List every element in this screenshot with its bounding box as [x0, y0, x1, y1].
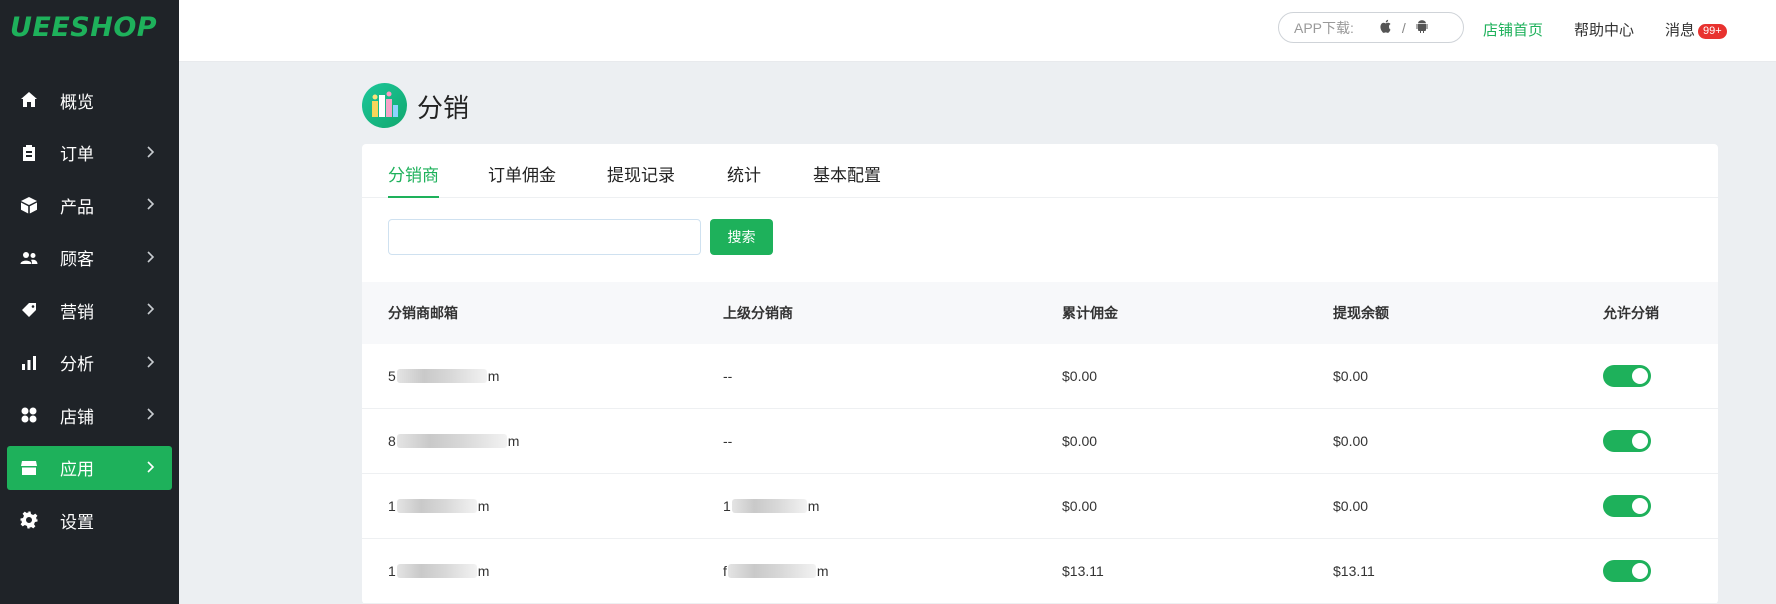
help-center-link[interactable]: 帮助中心: [1574, 19, 1634, 40]
balance-value: $13.11: [1333, 563, 1375, 579]
distributor-email: 8m: [388, 433, 520, 449]
sidebar-item-analytics[interactable]: 分析: [7, 341, 172, 385]
table-row: 1m fm $13.11 $13.11: [362, 539, 1718, 604]
app-download-label: APP下载:: [1294, 19, 1354, 36]
commission-value: $13.11: [1062, 563, 1104, 579]
gear-icon: [18, 509, 40, 531]
chevron-right-icon: [142, 196, 158, 212]
bar-chart-icon: [18, 352, 40, 374]
header-email: 分销商邮箱: [388, 305, 458, 321]
commission-value: $0.00: [1062, 433, 1098, 449]
chevron-right-icon: [142, 459, 158, 475]
sidebar-item-customers[interactable]: 顾客: [7, 236, 172, 280]
chevron-right-icon: [142, 406, 158, 422]
commission-value: $0.00: [1062, 498, 1098, 514]
search-button[interactable]: 搜索: [710, 219, 773, 255]
box-icon: [18, 194, 40, 216]
logo[interactable]: UEESHOP: [10, 12, 157, 43]
table-row: 8m -- $0.00 $0.00: [362, 409, 1718, 474]
grid-icon: [18, 404, 40, 426]
tag-icon: [18, 299, 40, 321]
table-row: 5m -- $0.00 $0.00: [362, 344, 1718, 409]
tab-order-commission[interactable]: 订单佣金: [488, 161, 556, 198]
sidebar-item-apps[interactable]: 应用: [7, 445, 172, 490]
messages-link[interactable]: 消息 99+: [1665, 19, 1727, 40]
sidebar-item-label: 设置: [60, 512, 94, 532]
balance-value: $0.00: [1333, 368, 1369, 384]
distributors-table: 分销商邮箱 上级分销商 累计佣金 提现余额 允许分销 5m -- $0.00 $…: [362, 282, 1718, 604]
distributor-email: 5m: [388, 368, 500, 384]
sidebar-item-label: 顾客: [60, 250, 94, 269]
clipboard-icon: [18, 142, 40, 164]
main-panel: 分销商 订单佣金 提现记录 统计 基本配置 搜索 分销商邮箱 上级分销商 累计佣…: [362, 144, 1718, 604]
allow-distribution-toggle[interactable]: [1603, 495, 1651, 517]
tab-statistics[interactable]: 统计: [727, 161, 761, 198]
tab-distributors[interactable]: 分销商: [388, 161, 439, 198]
sidebar-item-settings[interactable]: 设置: [7, 498, 172, 542]
header-parent: 上级分销商: [723, 305, 793, 321]
messages-label: 消息: [1665, 22, 1696, 39]
messages-badge: 99+: [1698, 24, 1727, 39]
table-header: 分销商邮箱 上级分销商 累计佣金 提现余额 允许分销: [362, 282, 1718, 344]
sidebar-nav: 概览 订单 产品 顾客 营销 分析 店铺 应用 设置: [0, 78, 179, 551]
sidebar-item-label: 订单: [60, 145, 94, 164]
tab-bar: 分销商 订单佣金 提现记录 统计 基本配置: [362, 144, 1718, 198]
sidebar: UEESHOP 概览 订单 产品 顾客 营销 分析 店铺 应用 设置: [0, 0, 179, 604]
separator: /: [1401, 19, 1406, 36]
table-row: 1m 1m $0.00 $0.00: [362, 474, 1718, 539]
allow-distribution-toggle[interactable]: [1603, 430, 1651, 452]
sidebar-item-marketing[interactable]: 营销: [7, 288, 172, 332]
sidebar-item-products[interactable]: 产品: [7, 183, 172, 227]
search-input[interactable]: [388, 219, 701, 255]
sidebar-item-label: 应用: [60, 460, 94, 479]
tab-basic-config[interactable]: 基本配置: [813, 161, 881, 198]
distribution-app-icon: [362, 83, 407, 128]
sidebar-item-label: 产品: [60, 197, 94, 217]
sidebar-item-label: 概览: [60, 92, 94, 112]
chevron-right-icon: [142, 301, 158, 317]
sidebar-item-label: 营销: [60, 302, 94, 322]
commission-value: $0.00: [1062, 368, 1098, 384]
parent-distributor: --: [723, 433, 733, 449]
balance-value: $0.00: [1333, 498, 1369, 514]
parent-distributor: --: [723, 368, 733, 384]
sidebar-item-label: 分析: [60, 355, 94, 374]
users-icon: [18, 247, 40, 269]
home-icon: [18, 89, 40, 111]
apple-icon[interactable]: [1378, 18, 1394, 37]
parent-distributor: 1m: [723, 498, 820, 514]
balance-value: $0.00: [1333, 433, 1369, 449]
store-home-link[interactable]: 店铺首页: [1483, 19, 1543, 40]
sidebar-item-orders[interactable]: 订单: [7, 131, 172, 175]
chevron-right-icon: [142, 144, 158, 160]
sidebar-item-overview[interactable]: 概览: [7, 78, 172, 122]
distributor-email: 1m: [388, 563, 490, 579]
allow-distribution-toggle[interactable]: [1603, 365, 1651, 387]
header-balance: 提现余额: [1333, 305, 1389, 321]
header-allow: 允许分销: [1603, 305, 1659, 321]
parent-distributor: fm: [723, 563, 829, 579]
tab-withdrawal-records[interactable]: 提现记录: [607, 161, 675, 198]
page-title: 分销: [417, 93, 470, 123]
allow-distribution-toggle[interactable]: [1603, 560, 1651, 582]
chevron-right-icon: [142, 354, 158, 370]
sidebar-item-label: 店铺: [60, 407, 94, 427]
android-icon[interactable]: [1414, 18, 1430, 37]
sidebar-item-store[interactable]: 店铺: [7, 393, 172, 437]
top-bar: APP下载: / 店铺首页 帮助中心 消息 99+: [179, 0, 1776, 62]
header-commission: 累计佣金: [1062, 305, 1118, 321]
store-icon: [18, 457, 40, 479]
chevron-right-icon: [142, 249, 158, 265]
app-download: APP下载: /: [1278, 12, 1464, 43]
distributor-email: 1m: [388, 498, 490, 514]
